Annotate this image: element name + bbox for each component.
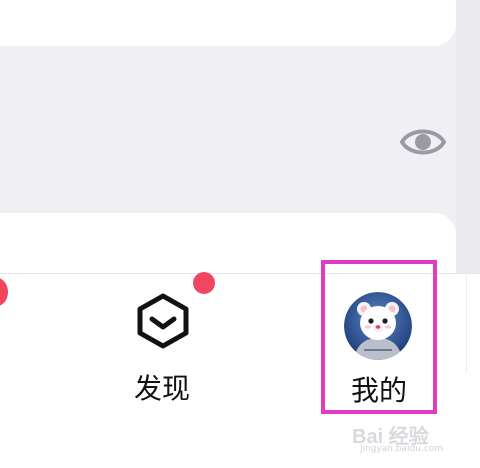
watermark-site: jingyan.baidu.com — [360, 444, 444, 454]
tab-discover[interactable]: 发现 — [110, 272, 215, 412]
right-edge-strip — [456, 0, 480, 276]
avatar[interactable] — [344, 292, 412, 360]
eye-icon[interactable] — [400, 122, 446, 162]
content-card-top — [0, 0, 456, 46]
tab-mine[interactable]: 我的 — [321, 260, 437, 414]
discover-notification-badge — [193, 272, 215, 294]
tab-divider — [466, 273, 467, 373]
tab-mine-label: 我的 — [350, 374, 407, 407]
watermark: Bai 经验 jingyan.baidu.com — [352, 420, 462, 464]
discover-hexagon-clock-icon — [137, 293, 189, 349]
tab-discover-label: 发现 — [133, 372, 190, 405]
